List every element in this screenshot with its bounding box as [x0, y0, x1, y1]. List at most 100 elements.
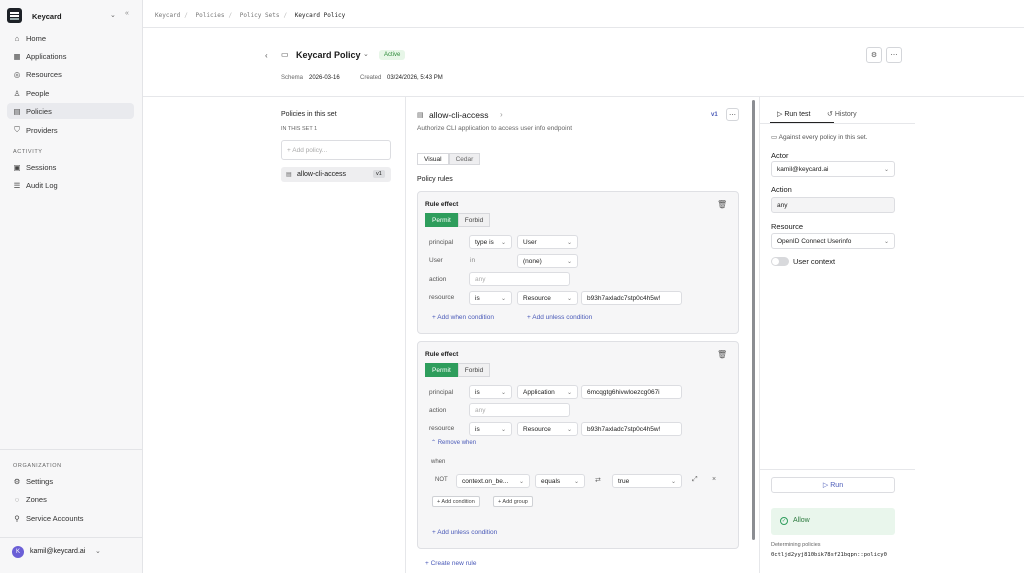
add-when-condition-link[interactable]: + Add when condition [432, 314, 494, 321]
principal-type-select[interactable]: Application ⌄ [517, 385, 578, 399]
policy-more-button[interactable]: ⋯ [726, 108, 739, 121]
not-toggle[interactable]: NOT [435, 477, 448, 483]
permit-button[interactable]: Permit [425, 363, 458, 377]
sidebar-item-settings[interactable]: ⚙ Settings [7, 473, 134, 489]
breadcrumb-keycard[interactable]: Keycard [155, 12, 180, 19]
create-new-rule-link[interactable]: + Create new rule [425, 560, 477, 567]
resource-type-select[interactable]: Resource ⌄ [517, 291, 578, 305]
principal-operator-select[interactable]: is ⌄ [469, 385, 512, 399]
schema-label: Schema [281, 75, 304, 81]
remove-when-link[interactable]: ⌃ Remove when [431, 439, 476, 446]
settings-button[interactable]: ⚙ [866, 47, 882, 63]
tab-run-test[interactable]: ▷ Run test [777, 110, 810, 118]
more-options-button[interactable]: ⋯ [886, 47, 902, 63]
sidebar-item-zones[interactable]: ◌ Zones [7, 491, 134, 507]
rule-effect-label: Rule effect [425, 201, 459, 208]
action-label: action [429, 276, 447, 283]
chevron-down-icon: ⌄ [566, 389, 572, 396]
policy-chevron-right-icon[interactable]: › [500, 110, 503, 119]
providers-icon: ⛉ [14, 125, 20, 134]
actor-select[interactable]: kamil@keycard.ai ⌄ [771, 161, 895, 177]
add-unless-condition-link[interactable]: + Add unless condition [432, 529, 497, 536]
created-label: Created [360, 75, 382, 81]
folder-icon: ▭ [281, 50, 289, 59]
delete-rule-trash-icon[interactable]: 🗑 [717, 350, 727, 359]
header-divider [143, 27, 1024, 28]
sidebar-item-policies[interactable]: ▤ Policies [7, 103, 134, 119]
add-unless-condition-link[interactable]: + Add unless condition [527, 314, 592, 321]
user-context-toggle[interactable] [771, 257, 789, 266]
resource-id-input[interactable]: b93h7axladc7stp0c4h5w! [581, 422, 682, 436]
sidebar-item-resources[interactable]: ◎ Resources [7, 66, 134, 82]
sessions-icon: ▣ [13, 162, 21, 172]
principal-type-select[interactable]: User ⌄ [517, 235, 578, 249]
add-condition-button[interactable]: + Add condition [432, 496, 480, 507]
title-chevron-down-icon[interactable]: ⌄ [363, 50, 369, 58]
principal-id-input[interactable]: 6mcqgtg6hivwloezcg067i [581, 385, 682, 399]
user-value-select[interactable]: (none) ⌄ [517, 254, 578, 268]
scope-text: ▭ Against every policy in this set. [771, 134, 868, 141]
user-email[interactable]: kamil@keycard.ai [30, 548, 85, 555]
run-button[interactable]: ▷ Run [771, 477, 895, 493]
toolbar-divider [143, 96, 1024, 97]
user-menu-chevron-icon[interactable]: ⌄ [95, 547, 101, 555]
back-chevron-icon[interactable]: ‹ [265, 51, 268, 60]
editor-mode-tabs: Visual Cedar [417, 153, 481, 165]
sidebar-item-people[interactable]: ♙ People [7, 85, 134, 101]
principal-label: principal [429, 389, 454, 396]
sidebar-item-audit-log[interactable]: ☰ Audit Log [7, 177, 134, 193]
breadcrumb-policy-sets[interactable]: Policy Sets [240, 12, 280, 19]
status-badge: Active [379, 50, 406, 60]
action-run-input[interactable]: any [771, 197, 895, 213]
policies-count-heading: IN THIS SET 1 [281, 126, 318, 132]
chevron-down-icon: ⌄ [566, 239, 572, 246]
chevron-down-icon: ⌄ [518, 478, 524, 485]
resource-operator-select[interactable]: is ⌄ [469, 291, 512, 305]
tab-history[interactable]: ↺ History [827, 110, 857, 118]
play-icon: ▷ [822, 482, 829, 489]
collapse-sidebar-icon[interactable]: « [125, 10, 129, 17]
chevron-down-icon: ⌄ [566, 426, 572, 433]
breadcrumb-policies[interactable]: Policies [196, 12, 225, 19]
sidebar-divider [0, 449, 143, 450]
action-input[interactable]: any [469, 272, 570, 286]
chevron-down-icon: ⌄ [883, 238, 889, 245]
forbid-button[interactable]: Forbid [457, 363, 491, 377]
policy-list-item[interactable]: ▤ allow-cli-access v1 [281, 167, 391, 182]
editor-scrollbar[interactable] [752, 100, 755, 540]
sidebar-divider-bottom [0, 537, 143, 538]
condition-operator-select[interactable]: equals ⌄ [535, 474, 585, 488]
settings-icon: ⚙ [13, 476, 21, 486]
resource-type-select[interactable]: Resource ⌄ [517, 422, 578, 436]
action-label: action [429, 407, 447, 414]
tab-visual[interactable]: Visual [417, 153, 449, 165]
sidebar-item-sessions[interactable]: ▣ Sessions [7, 159, 134, 175]
condition-attribute-select[interactable]: context.on_be... ⌄ [456, 474, 530, 488]
tab-cedar[interactable]: Cedar [448, 153, 481, 165]
principal-operator-select[interactable]: type is ⌄ [469, 235, 512, 249]
sidebar-item-home[interactable]: ⌂ Home [7, 30, 134, 46]
expand-icon[interactable]: ⤢ [692, 476, 698, 484]
chevron-down-icon: ⌄ [500, 239, 506, 246]
history-icon: ↺ [827, 111, 833, 118]
ellipsis-icon: ⋯ [890, 52, 898, 59]
add-group-button[interactable]: + Add group [493, 496, 533, 507]
resource-id-input[interactable]: b93h7axladc7stp0c4h5w! [581, 291, 682, 305]
forbid-button[interactable]: Forbid [457, 213, 491, 227]
add-policy-input[interactable]: + Add policy... [281, 140, 391, 160]
play-icon: ▷ [777, 111, 783, 118]
delete-rule-trash-icon[interactable]: 🗑 [717, 200, 727, 209]
action-input[interactable]: any [469, 403, 570, 417]
sidebar-item-providers[interactable]: ⛉ Providers [7, 122, 134, 138]
resource-operator-select[interactable]: is ⌄ [469, 422, 512, 436]
condition-value-select[interactable]: true ⌄ [612, 474, 682, 488]
permit-button[interactable]: Permit [425, 213, 458, 227]
swap-icon[interactable]: ⇄ [595, 476, 601, 484]
policy-rules-heading: Policy rules [417, 176, 453, 183]
sidebar-item-applications[interactable]: ▦ Applications [7, 48, 134, 64]
sidebar-item-service-accounts[interactable]: ⚲ Service Accounts [7, 510, 134, 526]
action-run-label: Action [771, 185, 792, 194]
resource-run-select[interactable]: OpenID Connect Userinfo ⌄ [771, 233, 895, 249]
close-icon[interactable]: × [712, 476, 716, 483]
org-switcher-chevron-icon[interactable]: ⌄ [110, 11, 116, 19]
